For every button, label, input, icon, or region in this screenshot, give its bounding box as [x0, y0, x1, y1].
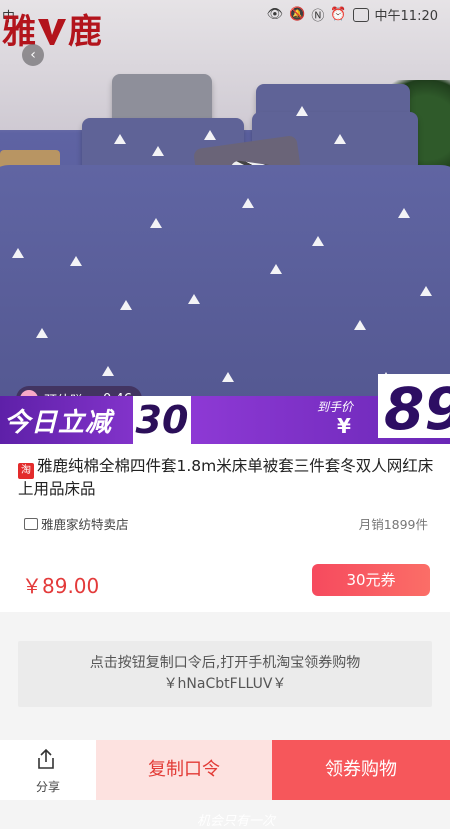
promo-discount-number: 30: [133, 396, 191, 444]
product-title: 淘雅鹿纯棉全棉四件套1.8m米床单被套三件套冬双人网红床上用品床品: [18, 456, 438, 500]
shop-name[interactable]: 雅鹿家纺特卖店: [24, 514, 129, 533]
taobao-badge: 淘: [18, 463, 34, 479]
product-title-text: 雅鹿纯棉全棉四件套1.8m米床单被套三件套冬双人网红床上用品床品: [18, 457, 434, 498]
brand-logo: 雅鹿: [2, 12, 102, 52]
copy-instructions: 点击按钮复制口令后,打开手机淘宝领券购物 ￥hNaCbtFLLUV￥: [18, 641, 432, 707]
coupon-badge[interactable]: 30元券: [312, 564, 430, 596]
monthly-sales: 月销1899件: [358, 517, 428, 532]
get-coupon-button[interactable]: 领券购物: [272, 740, 450, 800]
shop-icon: [24, 517, 38, 530]
battery-icon: [352, 7, 369, 22]
chevron-left-icon: ‹: [30, 47, 36, 63]
shop-name-text: 雅鹿家纺特卖店: [41, 517, 129, 532]
promo-title: 今日立减: [4, 408, 113, 438]
brand-v-icon: [38, 19, 66, 45]
clock-text: 中午11:20: [374, 9, 438, 24]
hand-price-label: 到手价: [317, 400, 354, 414]
eye-icon: 👁: [266, 7, 284, 22]
nfc-icon: Ⓝ: [311, 9, 325, 24]
mute-icon: 🔕: [289, 7, 306, 22]
share-label: 分享: [35, 780, 60, 794]
promo-banner: 今日立减 30 机会只有一次 到手价 ¥ 89: [0, 374, 450, 829]
share-button[interactable]: 分享: [0, 740, 96, 800]
product-info-card: 淘雅鹿纯棉全棉四件套1.8m米床单被套三件套冬双人网红床上用品床品 雅鹿家纺特卖…: [0, 444, 450, 612]
bottom-action-bar: 分享 复制口令 领券购物: [0, 740, 450, 800]
back-button[interactable]: ‹: [22, 44, 44, 66]
instruction-line: 点击按钮复制口令后,打开手机淘宝领券购物: [89, 655, 361, 671]
hand-price-symbol: ¥: [337, 414, 351, 438]
copy-code-button[interactable]: 复制口令: [96, 740, 272, 800]
product-price: ￥89.00: [22, 574, 100, 598]
promo-tagline: 机会只有一次: [197, 814, 276, 829]
share-icon: [38, 748, 54, 769]
alarm-icon: ⏰: [330, 7, 347, 22]
hand-price-value: 89: [378, 374, 450, 443]
taobao-code[interactable]: ￥hNaCbtFLLUV￥: [18, 674, 432, 695]
hand-price-box: 到手价 ¥: [307, 396, 377, 444]
